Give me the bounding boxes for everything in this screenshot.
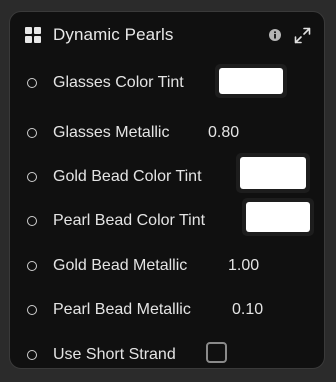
keyframe-dot-icon[interactable] (27, 216, 37, 226)
keyframe-dot-icon[interactable] (27, 261, 37, 271)
property-row-gold-bead-color-tint: Gold Bead Color Tint (10, 153, 324, 198)
properties-panel: Dynamic Pearls Glasses Color Tint Glasse… (9, 11, 325, 369)
panel-header: Dynamic Pearls (10, 12, 324, 56)
property-label: Gold Bead Metallic (53, 257, 188, 274)
color-swatch-field[interactable] (242, 198, 314, 236)
color-swatch-field[interactable] (215, 64, 287, 98)
keyframe-dot-icon[interactable] (27, 172, 37, 182)
color-swatch[interactable] (219, 68, 283, 94)
property-row-gold-bead-metallic: Gold Bead Metallic 1.00 (10, 247, 324, 287)
keyframe-dot-icon[interactable] (27, 78, 37, 88)
property-label: Glasses Color Tint (53, 74, 184, 91)
number-value-field[interactable]: 1.00 (228, 257, 259, 275)
expand-icon[interactable] (294, 27, 311, 44)
number-value-field[interactable]: 0.10 (232, 301, 263, 319)
property-row-glasses-color-tint: Glasses Color Tint (10, 64, 324, 104)
property-row-glasses-metallic: Glasses Metallic 0.80 (10, 114, 324, 154)
property-label: Pearl Bead Metallic (53, 301, 191, 318)
info-icon[interactable] (269, 29, 281, 41)
panel-title: Dynamic Pearls (53, 25, 174, 44)
color-swatch[interactable] (240, 157, 306, 189)
property-label: Use Short Strand (53, 346, 176, 363)
property-row-pearl-bead-metallic: Pearl Bead Metallic 0.10 (10, 291, 324, 331)
number-value-field[interactable]: 0.80 (208, 124, 239, 142)
color-swatch[interactable] (246, 202, 310, 232)
color-swatch-field[interactable] (236, 153, 310, 193)
use-short-strand-checkbox[interactable] (206, 342, 227, 363)
property-row-pearl-bead-color-tint: Pearl Bead Color Tint (10, 198, 324, 242)
property-label: Glasses Metallic (53, 124, 170, 141)
property-row-use-short-strand: Use Short Strand (10, 336, 324, 376)
property-label: Gold Bead Color Tint (53, 168, 202, 185)
keyframe-dot-icon[interactable] (27, 350, 37, 360)
keyframe-dot-icon[interactable] (27, 128, 37, 138)
property-label: Pearl Bead Color Tint (53, 212, 206, 229)
keyframe-dot-icon[interactable] (27, 305, 37, 315)
grid-icon (25, 27, 41, 43)
